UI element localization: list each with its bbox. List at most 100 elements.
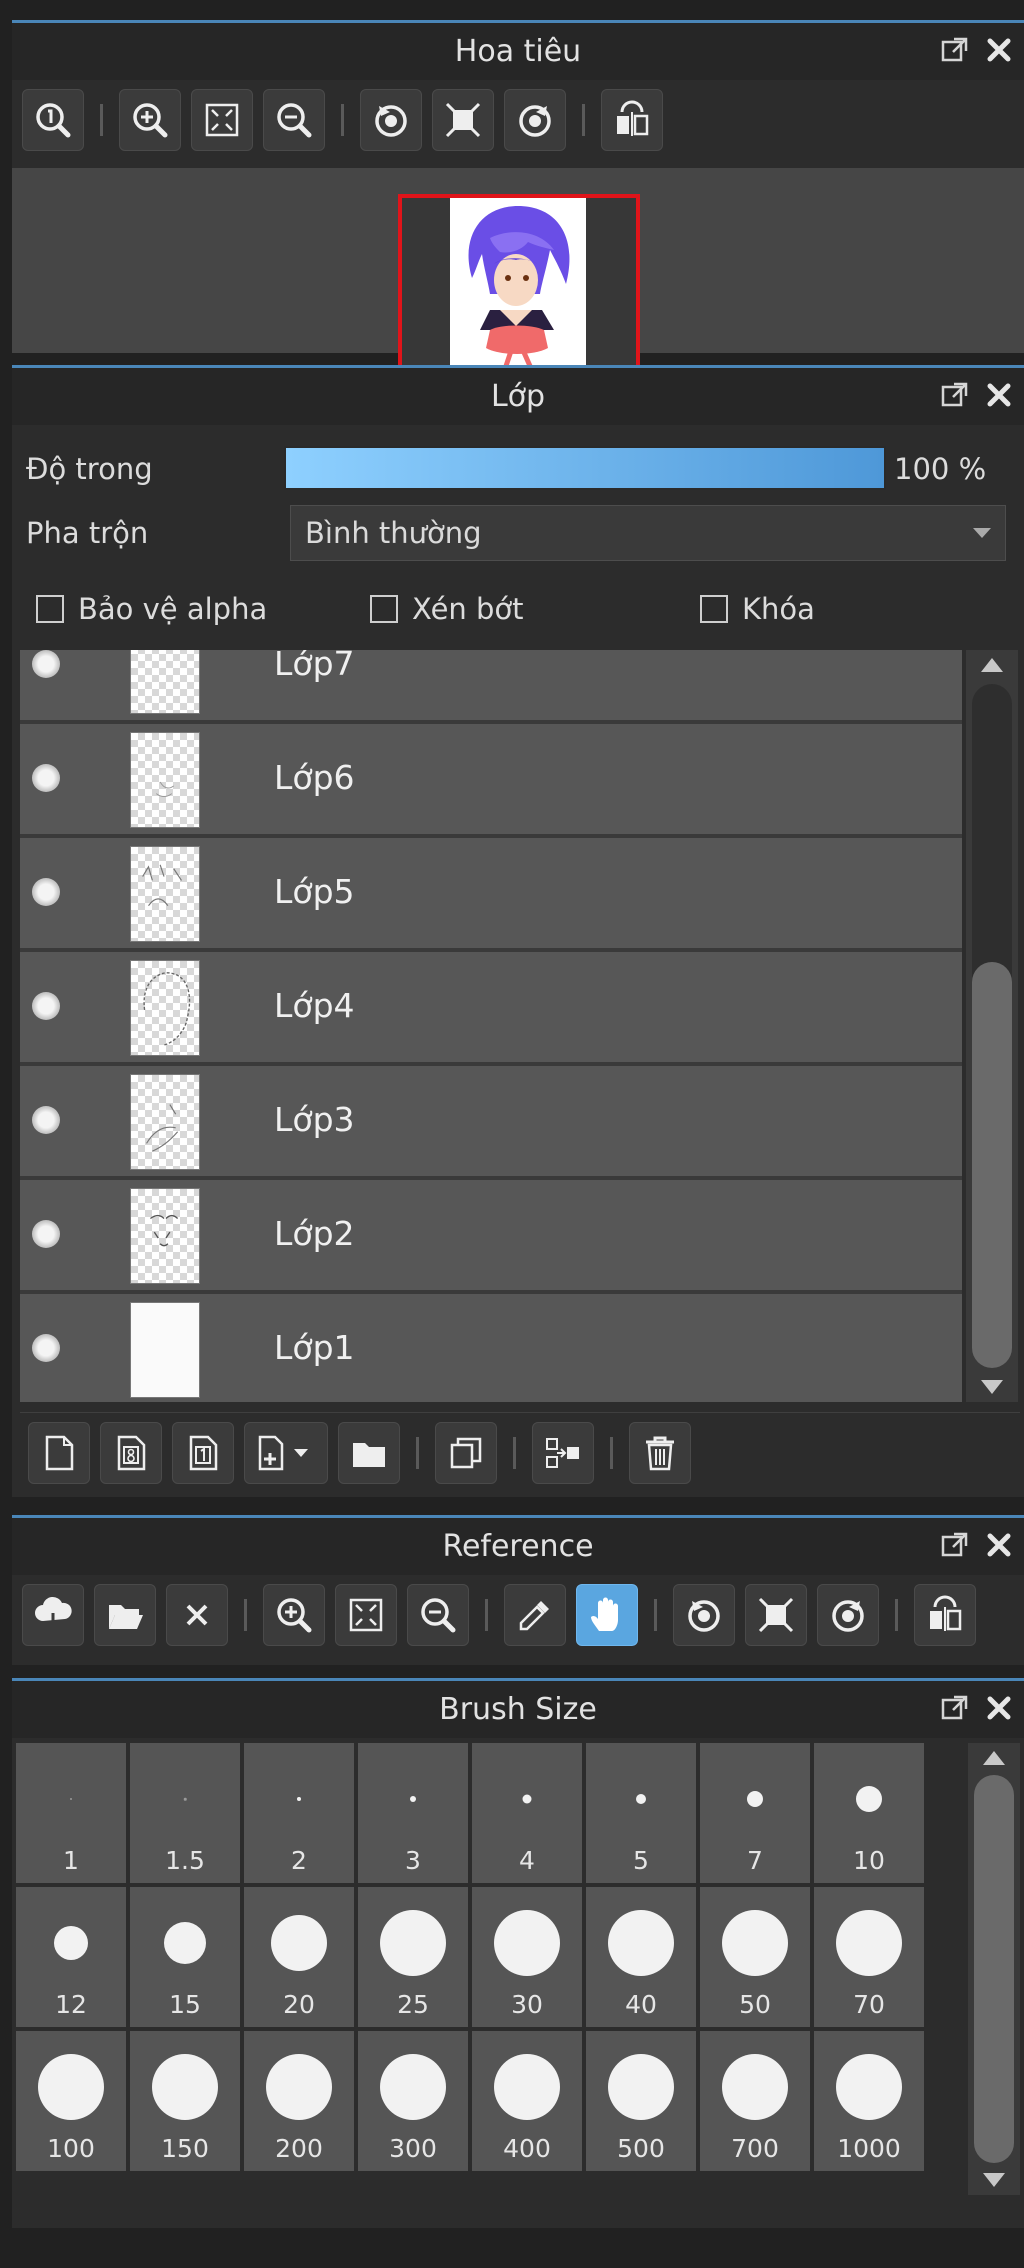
brush-dot-icon [38,2054,104,2120]
popout-icon[interactable] [940,35,970,65]
close-icon[interactable] [984,1530,1014,1560]
scroll-down-arrow-icon[interactable] [983,2173,1005,2187]
popout-icon[interactable] [940,1530,970,1560]
zoom-out-button[interactable] [407,1584,469,1646]
zoom-out-button[interactable] [263,89,325,151]
layer-list-scrollbar[interactable] [966,650,1018,1402]
brush-size-option[interactable]: 12 [16,1887,126,2027]
layers-panel: Lớp Độ trong 100 % Pha trộn Bình thường … [12,365,1024,1497]
brush-size-option[interactable]: 25 [358,1887,468,2027]
blend-mode-select[interactable]: Bình thường [290,505,1006,561]
navigator-view[interactable] [12,168,1024,372]
brush-size-option[interactable]: 20 [244,1887,354,2027]
scrollbar-thumb[interactable] [972,962,1012,1368]
hand-tool-button[interactable] [576,1584,638,1646]
lock-checkbox[interactable]: Khóa [700,592,815,626]
visibility-toggle-icon[interactable] [32,992,60,1020]
zoom-out-icon [274,100,314,140]
brush-size-label: 7 [747,1846,763,1875]
opacity-label: Độ trong [26,452,153,486]
fit-frame-button[interactable] [745,1584,807,1646]
flip-horizontal-button[interactable] [601,89,663,151]
new-8bit-layer-button[interactable] [100,1421,162,1484]
merge-layer-button[interactable] [532,1421,594,1484]
fit-frame-button[interactable] [432,89,494,151]
layer-row[interactable]: Lớp6 [20,724,962,836]
flip-horizontal-button[interactable] [914,1584,976,1646]
brush-size-option[interactable]: 50 [700,1887,810,2027]
clipping-checkbox[interactable]: Xén bớt [370,592,524,626]
scroll-down-arrow-icon[interactable] [981,1380,1003,1394]
brush-size-option[interactable]: 300 [358,2031,468,2171]
brush-size-option[interactable]: 10 [814,1743,924,1883]
rotate-right-button[interactable] [504,89,566,151]
layer-row[interactable]: Lớp7 [20,650,962,722]
brush-dot-icon [522,1794,532,1804]
actual-size-button[interactable] [22,89,84,151]
brush-size-option[interactable]: 1000 [814,2031,924,2171]
visibility-toggle-icon[interactable] [32,650,60,678]
protect-alpha-checkbox[interactable]: Bảo vệ alpha [36,592,267,626]
close-icon[interactable] [984,380,1014,410]
fit-screen-button[interactable] [335,1584,397,1646]
delete-layer-button[interactable] [629,1421,691,1484]
zoom-in-button[interactable] [119,89,181,151]
brush-size-option[interactable]: 1 [16,1743,126,1883]
new-1bit-layer-button[interactable] [172,1421,234,1484]
brush-size-option[interactable]: 15 [130,1887,240,2027]
layer-row[interactable]: Lớp4 [20,952,962,1064]
rotate-left-button[interactable] [360,89,422,151]
layer-row[interactable]: Lớp3 [20,1066,962,1178]
popout-icon[interactable] [940,1693,970,1723]
visibility-toggle-icon[interactable] [32,1334,60,1362]
brush-size-scrollbar[interactable] [968,1743,1020,2195]
layer-row[interactable]: Lớp1 [20,1294,962,1402]
new-folder-button[interactable] [338,1421,400,1484]
brush-size-option[interactable]: 30 [472,1887,582,2027]
close-icon[interactable] [984,1693,1014,1723]
fit-screen-button[interactable] [191,89,253,151]
zoom-in-button[interactable] [263,1584,325,1646]
duplicate-layer-button[interactable] [435,1421,497,1484]
import-cloud-button[interactable] [22,1584,84,1646]
brush-size-option[interactable]: 700 [700,2031,810,2171]
scrollbar-thumb[interactable] [974,1775,1014,2163]
hand-icon [587,1595,627,1635]
brush-size-option[interactable]: 7 [700,1743,810,1883]
brush-size-option[interactable]: 2 [244,1743,354,1883]
brush-size-option[interactable]: 500 [586,2031,696,2171]
brush-size-option[interactable]: 200 [244,2031,354,2171]
brush-size-label: 40 [625,1990,657,2019]
rotate-left-button[interactable] [673,1584,735,1646]
brush-dot-icon [380,1910,446,1976]
visibility-toggle-icon[interactable] [32,1220,60,1248]
visibility-toggle-icon[interactable] [32,1106,60,1134]
layer-row[interactable]: Lớp5 [20,838,962,950]
eyedropper-button[interactable] [504,1584,566,1646]
close-icon[interactable] [984,35,1014,65]
toolbar-separator [100,104,103,136]
brush-size-option[interactable]: 1.5 [130,1743,240,1883]
navigator-viewport-frame[interactable] [398,194,640,372]
scroll-up-arrow-icon[interactable] [981,658,1003,672]
brush-size-option[interactable]: 100 [16,2031,126,2171]
open-file-button[interactable] [94,1584,156,1646]
brush-dot-icon [608,2054,674,2120]
new-layer-button[interactable] [28,1421,90,1484]
brush-size-option[interactable]: 4 [472,1743,582,1883]
brush-size-option[interactable]: 150 [130,2031,240,2171]
brush-size-option[interactable]: 70 [814,1887,924,2027]
close-reference-button[interactable] [166,1584,228,1646]
visibility-toggle-icon[interactable] [32,764,60,792]
layer-row[interactable]: Lớp2 [20,1180,962,1292]
brush-size-option[interactable]: 3 [358,1743,468,1883]
add-layer-menu-button[interactable] [244,1421,328,1484]
scroll-up-arrow-icon[interactable] [983,1751,1005,1765]
popout-icon[interactable] [940,380,970,410]
brush-size-option[interactable]: 40 [586,1887,696,2027]
opacity-slider[interactable] [284,446,886,490]
brush-size-option[interactable]: 5 [586,1743,696,1883]
brush-size-option[interactable]: 400 [472,2031,582,2171]
visibility-toggle-icon[interactable] [32,878,60,906]
rotate-right-button[interactable] [817,1584,879,1646]
